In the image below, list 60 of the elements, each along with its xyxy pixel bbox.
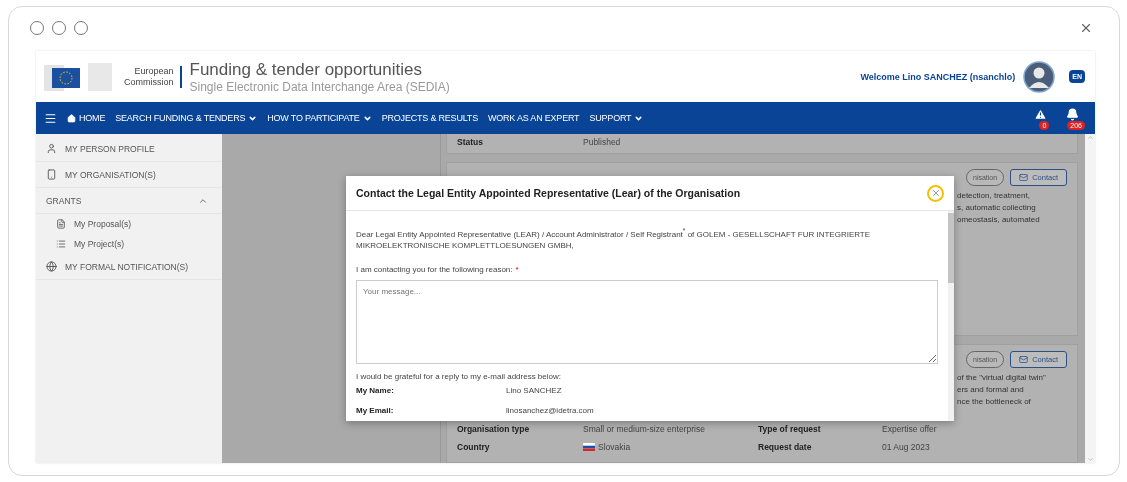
- mail-icon: [1019, 173, 1029, 182]
- nav-link[interactable]: HOME: [67, 113, 106, 123]
- message-field[interactable]: Your message...: [356, 279, 938, 364]
- field-label: Type of request: [758, 424, 822, 434]
- greeting-text: Dear Legal Entity Appointed Representative (LEAR) / Account Administrator / Self Registrant$^{*}$ of GOLEM - GESELLSCHAFT FUR INTEGRIERTE MIKROELEKTRONISCHE KOMPLETTLOESUNGEN GMBH,: [356, 226, 872, 251]
- close-icon: [930, 188, 941, 198]
- field-value: Expertise offer: [882, 424, 938, 434]
- field-value: Published: [583, 137, 622, 147]
- nav-link[interactable]: SUPPORT: [589, 113, 644, 123]
- nav-link[interactable]: WORK AS AN EXPERT: [487, 113, 580, 123]
- field-value: Small or medium-size enterprise: [583, 424, 706, 434]
- required-mark: *: [515, 264, 519, 274]
- list-icon: [56, 239, 66, 249]
- field-label: Status: [457, 137, 484, 147]
- dialog-title: Contact the Legal Entity Appointed Representative (Lear) of the Organisation: [356, 187, 741, 199]
- field-value: Slovakia: [598, 442, 631, 452]
- field-label: Organisation type: [457, 424, 531, 434]
- person-icon: [46, 143, 57, 154]
- description-text: of the "virtual digital twin": [957, 372, 1047, 384]
- description-text: detection, treatment,: [957, 190, 1031, 202]
- site-subtitle: Single Electronic Data Interchange Area (SEDIA): [189, 79, 450, 94]
- description-text: nce the bottleneck of: [957, 396, 1032, 408]
- close-icon[interactable]: [1079, 21, 1093, 35]
- scroll-up-icon[interactable]: [1086, 134, 1094, 141]
- flag-icon: [583, 443, 595, 451]
- scrollbar[interactable]: [1085, 134, 1095, 463]
- reply-note: I would be grateful for a reply to my e-mail address below:: [356, 371, 562, 381]
- dialog-scrollbar[interactable]: [948, 211, 954, 421]
- menu-icon[interactable]: [44, 111, 57, 125]
- home-icon: [67, 113, 76, 123]
- globe-icon: [46, 261, 57, 272]
- sidebar-item[interactable]: My Proposal(s): [36, 214, 222, 234]
- detail-label: My Name:: [356, 386, 395, 396]
- field-label: Country: [457, 442, 491, 452]
- reason-label: I am contacting you for the following reason:: [356, 264, 513, 274]
- avatar-icon[interactable]: [1023, 60, 1056, 93]
- logo-text: European: [134, 65, 174, 77]
- welcome-text: Welcome Lino SANCHEZ (nsanchlo): [860, 71, 1016, 82]
- warning-icon: [1033, 108, 1047, 121]
- field-value: 01 Aug 2023: [882, 442, 931, 452]
- description-text: ers and formal and: [957, 384, 1025, 396]
- document-icon: [56, 219, 66, 229]
- detail-value: Lino SANCHEZ: [506, 386, 563, 396]
- description-text: omeostasis, automated: [957, 214, 1041, 226]
- nav-link[interactable]: HOW TO PARTICIPATE: [267, 113, 372, 123]
- close-button[interactable]: [927, 184, 944, 202]
- description-text: s, automatic collecting: [957, 202, 1037, 214]
- mail-icon: [1019, 355, 1029, 364]
- field-label: Request date: [758, 442, 813, 452]
- detail-label: My Email:: [356, 406, 395, 416]
- device-icon: [46, 169, 57, 180]
- sidebar-item[interactable]: My Project(s): [36, 234, 222, 254]
- sidebar-item[interactable]: MY FORMAL NOTIFICATION(S): [36, 254, 222, 280]
- site-title: Funding & tender opportunities: [189, 59, 423, 80]
- detail-value: linosanchez@idetra.com: [506, 406, 595, 416]
- nav-link[interactable]: SEARCH FUNDING & TENDERS: [115, 113, 258, 123]
- logo-text: Commission: [124, 76, 174, 88]
- scroll-down-icon[interactable]: [1086, 456, 1094, 463]
- nav-link[interactable]: PROJECTS & RESULTS: [381, 113, 478, 123]
- bell-icon: [1065, 108, 1079, 121]
